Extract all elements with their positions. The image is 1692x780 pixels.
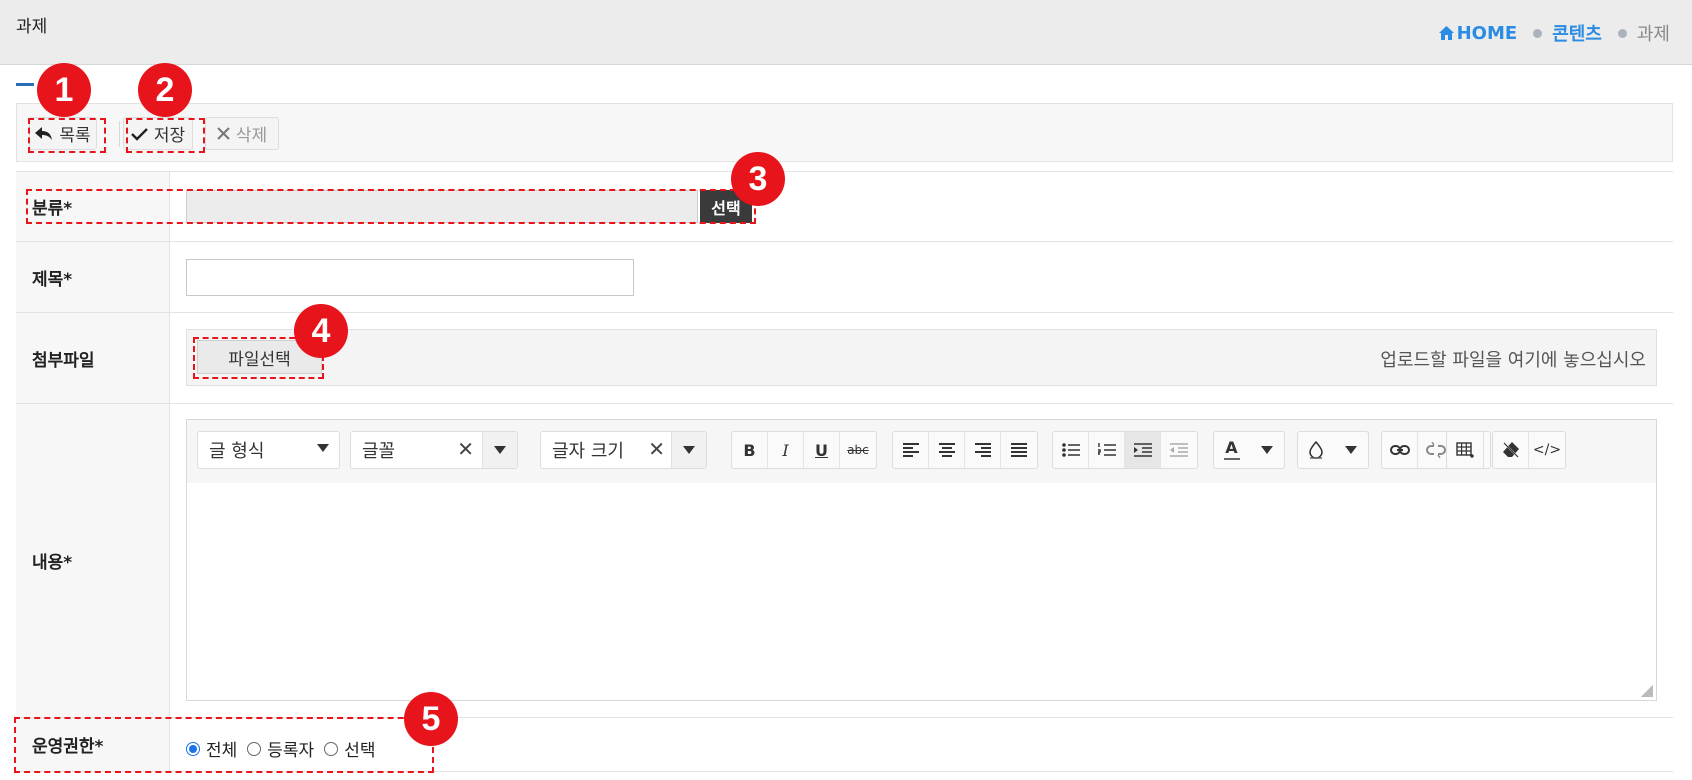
- chevron-down-icon: [1344, 446, 1357, 454]
- title-row: 제목*: [16, 242, 1673, 313]
- color-underline: [1223, 457, 1240, 460]
- callout-badge-5: 5: [404, 692, 458, 746]
- breadcrumb-current: 과제: [1636, 24, 1670, 45]
- eraser-icon: [1502, 442, 1519, 458]
- align-justify-icon: [1011, 443, 1027, 457]
- title-input[interactable]: [186, 259, 634, 296]
- text-color-dropdown[interactable]: [1249, 432, 1284, 468]
- drop-hint: 업로드할 파일을 여기에 놓으십시오: [1380, 350, 1646, 371]
- align-left-button[interactable]: [893, 432, 929, 468]
- breadcrumb-separator: [1533, 28, 1543, 38]
- outdent-button[interactable]: [1161, 432, 1197, 468]
- file-drop-zone[interactable]: 파일선택 업로드할 파일을 여기에 놓으십시오: [186, 329, 1657, 386]
- page-title: 과제: [16, 17, 48, 37]
- size-dropdown-toggle[interactable]: [671, 432, 706, 468]
- callout-box-3: [26, 189, 756, 224]
- format-select[interactable]: 글 형식: [197, 431, 340, 469]
- chevron-down-icon: [317, 444, 329, 452]
- fill-drop-icon: [1308, 441, 1323, 459]
- callout-box-5: [14, 717, 434, 773]
- section-accent-line: [16, 83, 34, 86]
- numbered-list-button[interactable]: [1089, 432, 1125, 468]
- clear-icon[interactable]: ✕: [648, 437, 665, 461]
- bullet-list-icon: [1061, 443, 1080, 457]
- chevron-down-icon: [1260, 446, 1273, 454]
- font-dropdown-toggle[interactable]: [482, 432, 517, 468]
- attachment-label: 첨부파일: [16, 313, 170, 403]
- align-group: [892, 431, 1038, 469]
- font-select[interactable]: 글꼴 ✕: [350, 431, 518, 469]
- bg-color-button[interactable]: [1298, 432, 1333, 468]
- action-toolbar: 목록 저장 삭제: [16, 103, 1673, 162]
- bold-button[interactable]: B: [732, 432, 768, 468]
- breadcrumb-home-label: HOME: [1456, 22, 1518, 44]
- breadcrumb: HOME 콘텐츠 과제: [1438, 20, 1670, 46]
- italic-button[interactable]: I: [768, 432, 804, 468]
- link-icon: [1389, 445, 1410, 455]
- link-button[interactable]: [1382, 432, 1418, 468]
- outdent-icon: [1170, 443, 1188, 457]
- title-label: 제목*: [16, 242, 170, 312]
- table-button[interactable]: [1447, 432, 1483, 468]
- breadcrumb-home-link[interactable]: HOME: [1438, 22, 1518, 44]
- delete-button-label: 삭제: [235, 126, 268, 146]
- assignment-form: 분류* 선택 제목* 첨부파일 파일선택 업로드할 파일을 여기에 놓으십시오 …: [16, 171, 1673, 772]
- bg-color-dropdown[interactable]: [1333, 432, 1368, 468]
- indent-button[interactable]: [1125, 432, 1161, 468]
- toolbar-divider: [119, 121, 120, 147]
- editor-body[interactable]: [187, 483, 1656, 700]
- close-icon: [217, 127, 230, 140]
- list-group: [1052, 431, 1198, 469]
- clear-format-button[interactable]: [1493, 432, 1529, 468]
- callout-badge-2: 2: [138, 63, 192, 117]
- format-select-value: 글 형식: [209, 441, 265, 462]
- strikethrough-button[interactable]: abc: [840, 432, 876, 468]
- delete-button[interactable]: 삭제: [205, 117, 279, 150]
- clear-icon[interactable]: ✕: [457, 437, 474, 461]
- content-label: 내용*: [16, 404, 170, 717]
- callout-badge-4: 4: [294, 304, 348, 358]
- underline-button[interactable]: U: [804, 432, 840, 468]
- breadcrumb-separator: [1617, 28, 1627, 38]
- callout-box-2: [126, 118, 205, 153]
- align-left-icon: [902, 443, 919, 457]
- text-style-group: B I U abc: [731, 431, 877, 469]
- indent-icon: [1133, 443, 1152, 457]
- align-right-button[interactable]: [965, 432, 1001, 468]
- misc-group: </>: [1492, 431, 1566, 469]
- home-icon: [1438, 26, 1454, 40]
- bg-color-group[interactable]: [1297, 431, 1369, 469]
- editor-toolbar: 글 형식 글꼴 ✕ 글자 크기 ✕ B I U abc A </>: [187, 420, 1656, 484]
- align-center-icon: [938, 443, 955, 457]
- callout-badge-3: 3: [731, 152, 785, 206]
- numbered-list-icon: [1097, 443, 1116, 456]
- text-color-group[interactable]: A: [1213, 431, 1285, 469]
- unlink-icon: [1425, 442, 1446, 458]
- content-row: 내용* 글 형식 글꼴 ✕ 글자 크기 ✕ B I U abc A </>: [16, 404, 1673, 718]
- callout-box-1: [28, 118, 106, 153]
- text-color-icon: A: [1225, 437, 1238, 457]
- rich-text-editor: 글 형식 글꼴 ✕ 글자 크기 ✕ B I U abc A </>: [186, 419, 1657, 701]
- page-header: 과제 HOME 콘텐츠 과제: [0, 0, 1692, 65]
- align-center-button[interactable]: [929, 432, 965, 468]
- callout-badge-1: 1: [37, 63, 91, 117]
- align-justify-button[interactable]: [1001, 432, 1037, 468]
- font-size-select-value: 글자 크기: [552, 441, 624, 462]
- align-right-icon: [974, 443, 991, 457]
- bullet-list-button[interactable]: [1053, 432, 1089, 468]
- chevron-down-icon: [494, 446, 506, 454]
- font-size-select[interactable]: 글자 크기 ✕: [540, 431, 707, 469]
- source-code-button[interactable]: </>: [1529, 432, 1565, 468]
- breadcrumb-contents-link[interactable]: 콘텐츠: [1552, 20, 1602, 46]
- text-color-button[interactable]: A: [1214, 432, 1249, 468]
- font-select-value: 글꼴: [362, 441, 396, 462]
- resize-handle[interactable]: [1641, 685, 1653, 697]
- chevron-down-icon: [683, 446, 695, 454]
- table-icon: [1456, 442, 1474, 458]
- table-group: [1446, 431, 1484, 469]
